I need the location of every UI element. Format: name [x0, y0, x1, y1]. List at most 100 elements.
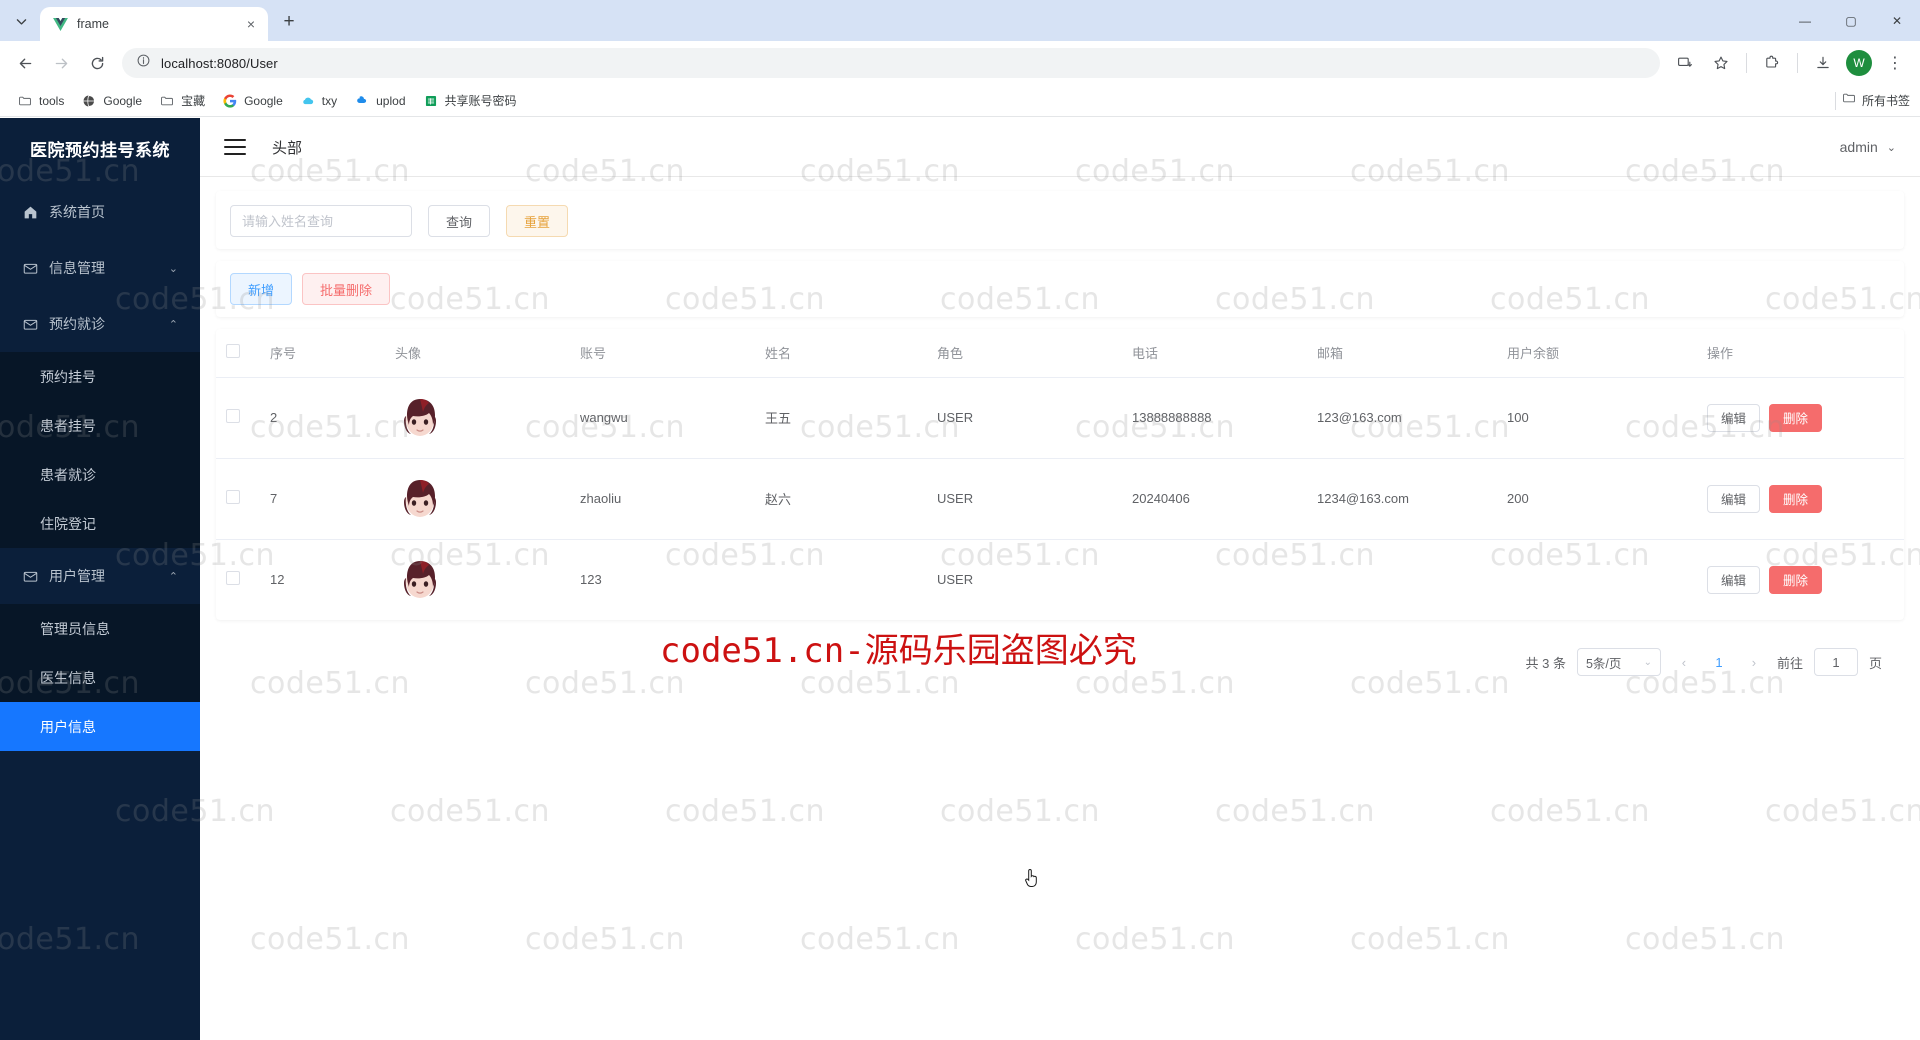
cell-role: USER [927, 458, 1122, 540]
new-tab-button[interactable]: + [274, 7, 304, 37]
browser-menu-icon[interactable]: ⋮ [1878, 46, 1912, 80]
batch-delete-button[interactable]: 批量删除 [302, 273, 391, 305]
tab-search-icon[interactable] [4, 4, 38, 38]
folder-icon [17, 93, 33, 109]
cell-phone: 20240406 [1122, 458, 1307, 540]
sidebar-item-user-info[interactable]: 用户信息 [0, 702, 200, 751]
main-area: 头部 admin ⌄ 查询 重置 新 [200, 118, 1920, 1040]
sidebar-item-admin-info[interactable]: 管理员信息 [0, 604, 200, 653]
bookmark-baozang[interactable]: 宝藏 [152, 88, 212, 113]
add-button[interactable]: 新增 [230, 273, 293, 305]
edit-button[interactable]: 编辑 [1707, 484, 1761, 513]
edit-button[interactable]: 编辑 [1707, 403, 1761, 432]
row-select-cell[interactable] [216, 539, 260, 620]
app-brand-title: 医院预约挂号系统 [30, 140, 170, 160]
table-row[interactable]: 12 123 USER 编辑 删除 [216, 539, 1904, 620]
browser-tab[interactable]: frame × [40, 7, 268, 41]
hamburger-icon[interactable] [224, 138, 246, 156]
install-icon[interactable] [1668, 46, 1702, 80]
sidebar-item-huanzhejiuzhen[interactable]: 患者就诊 [0, 450, 200, 499]
chevron-up-icon: ⌃ [168, 570, 178, 583]
extensions-icon[interactable] [1755, 46, 1789, 80]
minimize-button[interactable]: — [1782, 0, 1828, 41]
table-row[interactable]: 7 zhaoliu 赵六 USER 20240406 1234@163.com … [216, 458, 1904, 540]
toolbar-right: W ⋮ [1668, 46, 1912, 80]
url-text: localhost:8080/User [161, 55, 278, 71]
row-checkbox[interactable] [226, 490, 240, 504]
bookmark-uplod[interactable]: uplod [347, 89, 412, 113]
bookmark-google-2[interactable]: Google [215, 89, 290, 113]
reset-button[interactable]: 重置 [506, 205, 569, 237]
cell-avatar [385, 458, 570, 540]
table-head: 序号 头像 账号 姓名 角色 电话 邮箱 用户余额 操作 [216, 329, 1904, 378]
window-close-button[interactable]: ✕ [1874, 0, 1920, 41]
cell-avatar [385, 377, 570, 459]
bookmark-tools[interactable]: tools [10, 89, 71, 113]
downloads-icon[interactable] [1806, 46, 1840, 80]
bookmark-label: Google [244, 93, 283, 108]
bookmark-label: 共享账号密码 [444, 94, 517, 108]
delete-button[interactable]: 删除 [1769, 484, 1823, 513]
delete-button[interactable]: 删除 [1769, 565, 1823, 594]
all-bookmarks[interactable]: 所有书签 [1834, 91, 1910, 110]
mail-icon [22, 568, 38, 584]
sidebar-item-yuyueguahao[interactable]: 预约挂号 [0, 352, 200, 401]
reload-icon[interactable] [80, 46, 114, 80]
row-select-cell[interactable] [216, 458, 260, 540]
site-info-icon[interactable] [136, 53, 151, 73]
user-menu[interactable]: admin ⌄ [1840, 139, 1896, 155]
bookmark-shared-passwords[interactable]: 共享账号密码 [416, 88, 524, 113]
goto-page-input[interactable] [1813, 648, 1858, 676]
col-balance: 用户余额 [1497, 329, 1697, 378]
cell-id: 2 [260, 377, 385, 459]
bookmark-google-1[interactable]: Google [74, 89, 149, 113]
next-page-button[interactable]: › [1742, 648, 1766, 676]
profile-avatar[interactable]: W [1846, 50, 1872, 76]
query-button[interactable]: 查询 [428, 205, 491, 237]
search-input[interactable] [230, 205, 412, 237]
select-all-cell[interactable] [216, 329, 260, 378]
col-account: 账号 [570, 329, 755, 378]
cell-actions: 编辑 删除 [1697, 458, 1904, 540]
table-header-row: 序号 头像 账号 姓名 角色 电话 邮箱 用户余额 操作 [216, 329, 1904, 378]
delete-button[interactable]: 删除 [1769, 403, 1823, 432]
all-bookmarks-label: 所有书签 [1861, 94, 1910, 108]
sidebar-item-user-management[interactable]: 用户管理 ⌃ [0, 548, 200, 604]
address-bar[interactable]: localhost:8080/User [122, 48, 1660, 78]
page-size-select[interactable]: 5条/页 ⌄ [1576, 648, 1661, 676]
row-actions: 编辑 删除 [1707, 565, 1894, 594]
col-role: 角色 [927, 329, 1122, 378]
avatar [395, 393, 560, 443]
row-select-cell[interactable] [216, 377, 260, 459]
page-viewport: code51.cn code51.cn code51.cn code51.cn … [0, 118, 1920, 1040]
back-icon[interactable] [8, 46, 42, 80]
col-phone: 电话 [1122, 329, 1307, 378]
table-row[interactable]: 2 wangwu 王五 USER 13888888888 123@163.com… [216, 377, 1904, 459]
sidebar-item-info-management[interactable]: 信息管理 ⌄ [0, 240, 200, 296]
sidebar-item-home[interactable]: 系统首页 [0, 184, 200, 240]
prev-page-button[interactable]: ‹ [1672, 648, 1696, 676]
action-toolbar-card: 新增 批量删除 [216, 261, 1904, 317]
forward-icon[interactable] [44, 46, 78, 80]
page-number-1[interactable]: 1 [1707, 648, 1731, 676]
bookmark-label: uplod [376, 93, 406, 108]
bookmark-txy[interactable]: txy [293, 89, 344, 113]
maximize-button[interactable]: ▢ [1828, 0, 1874, 41]
cell-role: USER [927, 377, 1122, 459]
row-checkbox[interactable] [226, 571, 240, 586]
edit-button[interactable]: 编辑 [1707, 565, 1761, 594]
row-checkbox[interactable] [226, 409, 240, 423]
user-table: 序号 头像 账号 姓名 角色 电话 邮箱 用户余额 操作 2 wangwu 王五… [216, 329, 1904, 620]
sidebar-item-huanzheguahao[interactable]: 患者挂号 [0, 401, 200, 450]
sidebar-item-appointment[interactable]: 预约就诊 ⌃ [0, 296, 200, 352]
col-actions: 操作 [1697, 329, 1904, 378]
page-size-value: 5条/页 [1585, 656, 1622, 671]
chevron-up-icon: ⌃ [168, 318, 178, 331]
window-controls: — ▢ ✕ [1782, 0, 1920, 41]
select-all-checkbox[interactable] [226, 344, 240, 359]
sidebar-item-doctor-info[interactable]: 医生信息 [0, 653, 200, 702]
sidebar-item-zhuyuandengji[interactable]: 住院登记 [0, 499, 200, 548]
close-icon[interactable]: × [242, 15, 260, 33]
cell-avatar [385, 539, 570, 620]
bookmark-star-icon[interactable] [1704, 46, 1738, 80]
